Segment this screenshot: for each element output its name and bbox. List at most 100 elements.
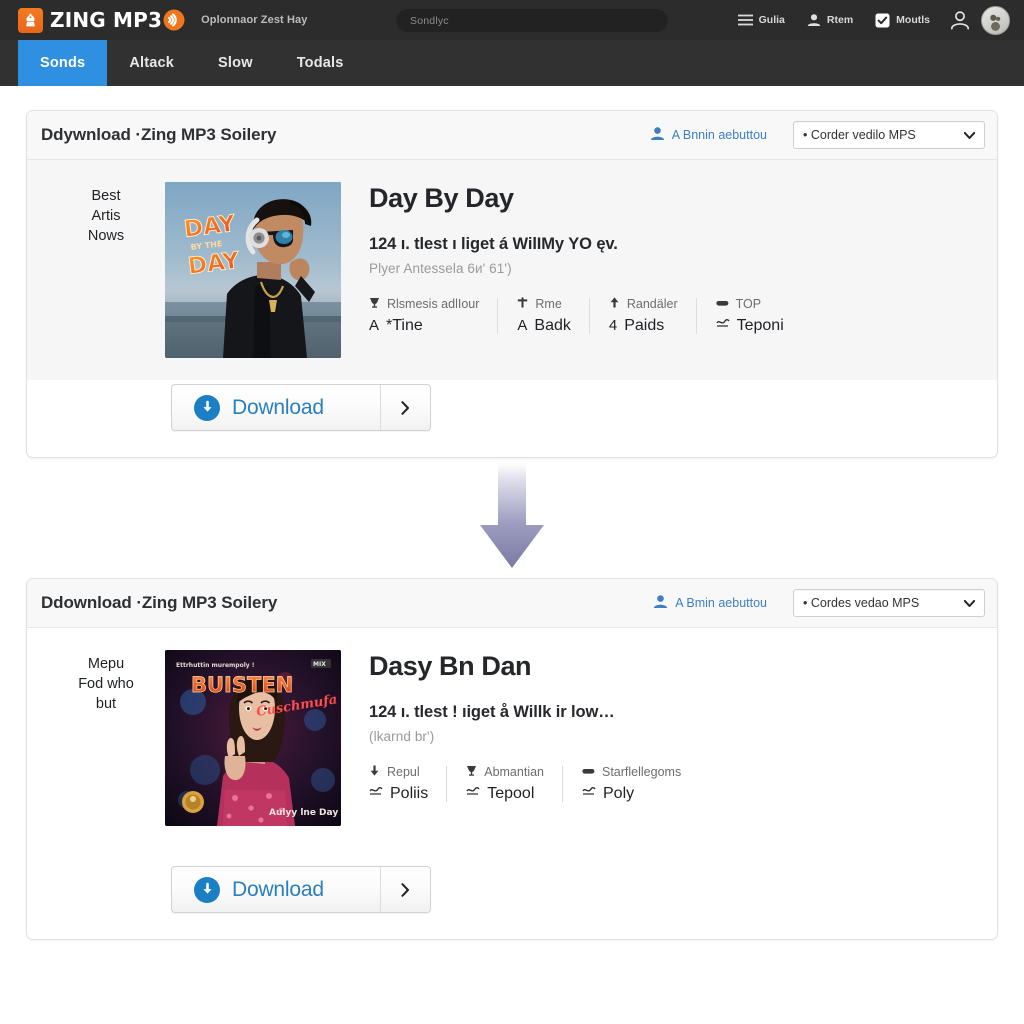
stat-item: Starflellegoms Poly xyxy=(562,765,699,803)
card-header-controls: A Bmin aebuttou • Cordes vedao MPS xyxy=(653,589,985,617)
song-subtitle: 124 ı. tlest ı liget á WilIMy YO ęv. xyxy=(369,234,618,253)
card-header-link[interactable]: A Bmin aebuttou xyxy=(653,594,767,612)
stat-item: Repul Poliis xyxy=(369,765,446,803)
stat-bottom-label: Teponi xyxy=(736,316,784,334)
stat-bottom: Poly xyxy=(582,785,681,803)
header-action-label: Rtem xyxy=(826,14,854,26)
download-button[interactable]: Download xyxy=(171,384,431,431)
download-button-label: Download xyxy=(232,395,324,419)
download-card-second: Ddownload ·Zing MP3 Soilery A Bmin aebut… xyxy=(26,578,998,940)
format-select[interactable]: • Corder vedilo MPS xyxy=(793,121,985,149)
avatar[interactable] xyxy=(981,5,1010,35)
letter-a-icon: A xyxy=(369,317,380,335)
stats-row: Rlsmesis adlIour A *Tine Rme A Badk Rand… xyxy=(369,297,977,335)
primary-tabs: Sonds Altack Slow Todals xyxy=(0,40,1024,86)
song-detail: Day By Day 124 ı. tlest ı liget á WilIMy… xyxy=(341,182,977,358)
song-subtitle-secondary: Plyer Antessela 6и' 61') xyxy=(369,260,512,276)
tab-sonds[interactable]: Sonds xyxy=(18,40,108,86)
user-filled-icon xyxy=(807,13,821,27)
header-action-rtem[interactable]: Rtem xyxy=(796,0,864,40)
stat-top-label: TOP xyxy=(735,296,762,311)
svg-text:MIX: MIX xyxy=(313,661,326,668)
stat-top: Starflellegoms xyxy=(582,765,681,779)
sound-wave-icon xyxy=(163,8,187,32)
stat-bottom: A Badk xyxy=(517,317,570,335)
stat-bottom-label: Poliis xyxy=(390,784,429,802)
song-title: Dasy Bn Dan xyxy=(369,651,532,681)
stat-bottom: 4 Paids xyxy=(609,317,678,335)
download-row: Download xyxy=(27,380,997,457)
tab-slow[interactable]: Slow xyxy=(196,40,275,86)
up-arrow-icon xyxy=(609,297,620,311)
card-header: Ddownload ·Zing MP3 Soilery A Bmin aebut… xyxy=(27,579,997,628)
tab-label: Slow xyxy=(218,55,253,71)
format-select[interactable]: • Cordes vedao MPS xyxy=(793,589,985,617)
album-art-buisten[interactable]: Ettrhuttin murempoly ! MIX BUISTEN Cusch… xyxy=(165,650,341,826)
tab-label: Todals xyxy=(296,55,344,71)
user-outline-icon[interactable] xyxy=(947,7,973,33)
stat-top-label: Repul xyxy=(387,764,420,779)
stat-top: Abmantian xyxy=(466,765,544,779)
chevron-right-icon[interactable] xyxy=(380,385,430,430)
top-header-bar: ZING MP3 Oplonnaor Zest Hay Sondlyc Guli… xyxy=(0,0,1024,86)
scribble-icon xyxy=(716,317,730,335)
chevron-right-icon[interactable] xyxy=(380,867,430,912)
user-badge-icon xyxy=(653,594,668,612)
download-button-main[interactable]: Download xyxy=(172,385,380,430)
download-card-first: Ddywnload ·Zing MP3 Soilery A Bnnin aebu… xyxy=(26,110,998,458)
stat-top-label: Starflellegoms xyxy=(602,764,682,779)
card-header-link-label: A Bnnin aebuttou xyxy=(671,128,767,142)
side-note: Mepu Fod who but xyxy=(78,656,134,712)
format-select-value: • Cordes vedao MPS xyxy=(803,596,920,610)
stat-item: Rme A Badk xyxy=(497,297,588,335)
card-header-link-label: A Bmin aebuttou xyxy=(675,596,767,610)
album-art-day-by-day[interactable]: DAY BY THE DAY xyxy=(165,182,341,358)
card-header: Ddywnload ·Zing MP3 Soilery A Bnnin aebu… xyxy=(27,111,997,160)
tab-altack[interactable]: Altack xyxy=(107,40,196,86)
song-subtitle-secondary: (lkarnd brʹ) xyxy=(369,728,435,744)
svg-text:Aulyy lne Day: Aulyy lne Day xyxy=(269,808,338,818)
header-action-moutls[interactable]: Moutls xyxy=(864,0,941,40)
scribble-icon xyxy=(466,785,480,803)
brand-tagline: Oplonnaor Zest Hay xyxy=(201,14,308,26)
song-title: Day By Day xyxy=(369,183,514,213)
page-content: Ddywnload ·Zing MP3 Soilery A Bnnin aebu… xyxy=(0,86,1024,1024)
search-input[interactable]: Sondlyc xyxy=(396,9,668,32)
stats-row: Repul Poliis Abmantian Tepool Starflelle… xyxy=(369,765,977,803)
stat-top-label: Rlsmesis adlIour xyxy=(387,296,480,311)
letter-a-icon: A xyxy=(517,317,528,335)
plus-bold-icon xyxy=(517,297,528,311)
stat-top: Rme xyxy=(517,297,570,311)
header-action-label: Gulia xyxy=(758,14,785,26)
digit-4-icon: 4 xyxy=(608,317,618,335)
chevron-down-icon xyxy=(963,128,976,142)
stat-bottom-label: Tepool xyxy=(487,784,535,802)
card-header-link[interactable]: A Bnnin aebuttou xyxy=(650,126,767,144)
search-placeholder-text: Sondlyc xyxy=(410,14,449,27)
download-button-main[interactable]: Download xyxy=(172,867,380,912)
stat-bottom-label: Paids xyxy=(624,316,665,334)
stat-bottom-label: Poly xyxy=(603,784,635,802)
hamburger-menu-icon xyxy=(737,14,753,26)
header-action-label: Moutls xyxy=(896,14,930,26)
side-note: Best Artis Nows xyxy=(87,188,125,244)
tag-icon xyxy=(716,297,729,311)
tag-icon xyxy=(582,765,595,779)
stat-top: Repul xyxy=(369,765,428,779)
stat-top: TOP xyxy=(716,297,784,311)
page-title: Ddywnload ·Zing MP3 Soilery xyxy=(41,125,277,144)
brand-logo-text: ZING MP3 xyxy=(50,8,163,32)
card-header-controls: A Bnnin aebuttou • Corder vedilo MPS xyxy=(650,121,985,149)
download-button-label: Download xyxy=(232,877,324,901)
song-detail: Dasy Bn Dan 124 ı. tlest ! ıiget å Willk… xyxy=(341,650,977,826)
brand-logo[interactable]: ZING MP3 xyxy=(18,7,187,33)
tab-todals[interactable]: Todals xyxy=(275,40,366,86)
trophy-icon xyxy=(369,297,380,311)
checkbox-checked-icon xyxy=(875,13,890,28)
download-button[interactable]: Download xyxy=(171,866,431,913)
svg-text:Ettrhuttin murempoly !: Ettrhuttin murempoly ! xyxy=(176,662,255,669)
chevron-down-icon xyxy=(963,596,976,610)
stat-item: Rlsmesis adlIour A *Tine xyxy=(369,297,497,335)
header-action-gulia[interactable]: Gulia xyxy=(727,0,796,40)
stat-bottom: Tepool xyxy=(466,785,544,803)
